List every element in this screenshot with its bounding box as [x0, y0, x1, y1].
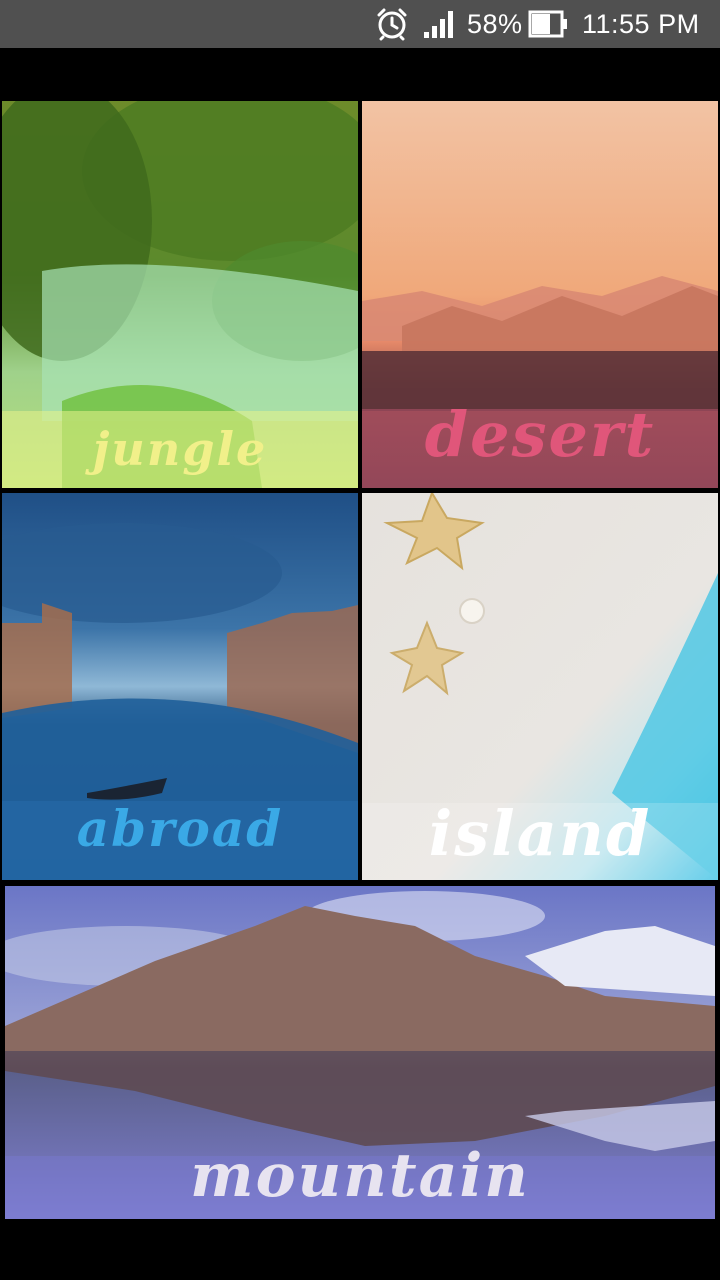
tile-jungle[interactable]: jungle — [2, 101, 358, 488]
tile-abroad[interactable]: abroad — [2, 493, 358, 880]
bottom-bar — [0, 1222, 720, 1280]
tile-label-island: island — [428, 796, 652, 870]
tile-island[interactable]: island — [362, 493, 718, 880]
clock-time: 11:55 PM — [582, 8, 700, 39]
alarm-icon — [374, 0, 410, 48]
tile-label-mountain: mountain — [190, 1141, 530, 1211]
tile-label-abroad: abroad — [76, 798, 284, 858]
signal-icon — [422, 0, 458, 48]
status-bar: 58% 11:55 PM — [0, 0, 720, 48]
battery-percent: 58% — [467, 8, 523, 39]
tile-desert[interactable]: desert — [362, 101, 718, 488]
battery-icon — [528, 0, 568, 48]
tile-label-desert: desert — [424, 397, 656, 471]
tile-label-jungle: jungle — [92, 422, 268, 476]
tile-mountain[interactable]: mountain — [5, 886, 715, 1219]
